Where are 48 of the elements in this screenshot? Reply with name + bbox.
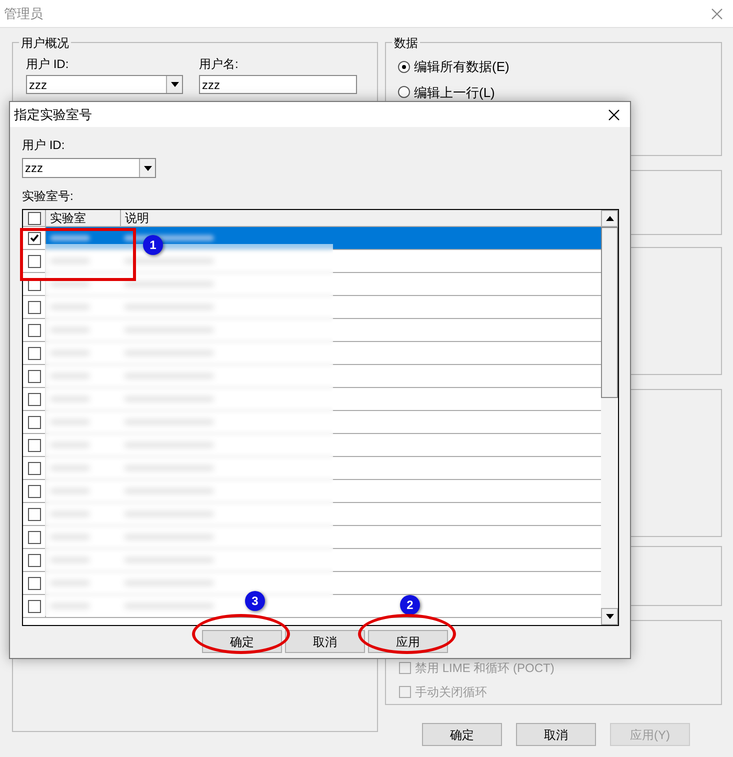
group-title: 数据 <box>392 34 420 52</box>
user-id-dropdown[interactable]: zzz <box>26 75 183 94</box>
row-checkbox[interactable] <box>28 554 40 566</box>
list-row[interactable] <box>23 273 601 296</box>
scrollbar-thumb[interactable] <box>601 227 618 398</box>
row-checkbox[interactable] <box>28 416 40 428</box>
dialog-button[interactable]: 取消 <box>285 630 365 653</box>
row-checkbox[interactable] <box>28 232 40 244</box>
group-title: 用户概况 <box>19 34 71 52</box>
dialog-button[interactable]: 应用 <box>368 630 448 653</box>
close-icon[interactable] <box>608 108 620 120</box>
blurred-text <box>50 235 90 241</box>
row-checkbox[interactable] <box>28 462 40 474</box>
select-all-checkbox[interactable] <box>28 212 40 224</box>
scrollbar[interactable] <box>601 210 618 625</box>
dialog-button[interactable]: 确定 <box>422 723 502 746</box>
row-checkbox[interactable] <box>28 530 40 544</box>
window-title: 管理员 <box>4 4 43 23</box>
radio-button[interactable] <box>398 86 410 98</box>
field-label: 用户 ID: <box>22 137 66 154</box>
field-label: 用户 ID: <box>26 56 70 73</box>
dialog-button[interactable]: 取消 <box>516 723 596 746</box>
row-checkbox[interactable] <box>28 346 40 360</box>
row-checkbox[interactable] <box>28 324 40 336</box>
username-field[interactable]: zzz <box>199 75 357 94</box>
dialog-button[interactable]: 确定 <box>202 630 282 653</box>
radio-button[interactable] <box>398 60 410 73</box>
row-checkbox[interactable] <box>28 438 40 452</box>
row-checkbox[interactable] <box>28 576 40 590</box>
user-id-dropdown[interactable]: zzz <box>22 158 156 178</box>
field-label: 用户名: <box>199 56 240 73</box>
row-checkbox[interactable] <box>28 300 40 314</box>
radio-label[interactable]: 编辑所有数据(E) <box>414 57 510 76</box>
dialog-title: 指定实验室号 <box>14 106 92 124</box>
scroll-down-icon[interactable] <box>606 614 614 619</box>
caret-icon <box>144 166 152 170</box>
row-checkbox[interactable] <box>28 508 40 520</box>
caret-icon <box>170 82 178 87</box>
row-checkbox[interactable] <box>28 254 40 268</box>
row-checkbox[interactable] <box>28 392 40 406</box>
list-row[interactable] <box>23 595 601 618</box>
row-checkbox[interactable] <box>28 600 40 612</box>
field-label: 实验室号: <box>22 188 74 205</box>
row-checkbox[interactable] <box>28 370 40 382</box>
row-checkbox[interactable] <box>28 484 40 498</box>
list-row[interactable] <box>23 227 601 250</box>
scroll-up-icon[interactable] <box>606 216 614 221</box>
radio-label[interactable]: 编辑上一行(L) <box>414 82 495 102</box>
